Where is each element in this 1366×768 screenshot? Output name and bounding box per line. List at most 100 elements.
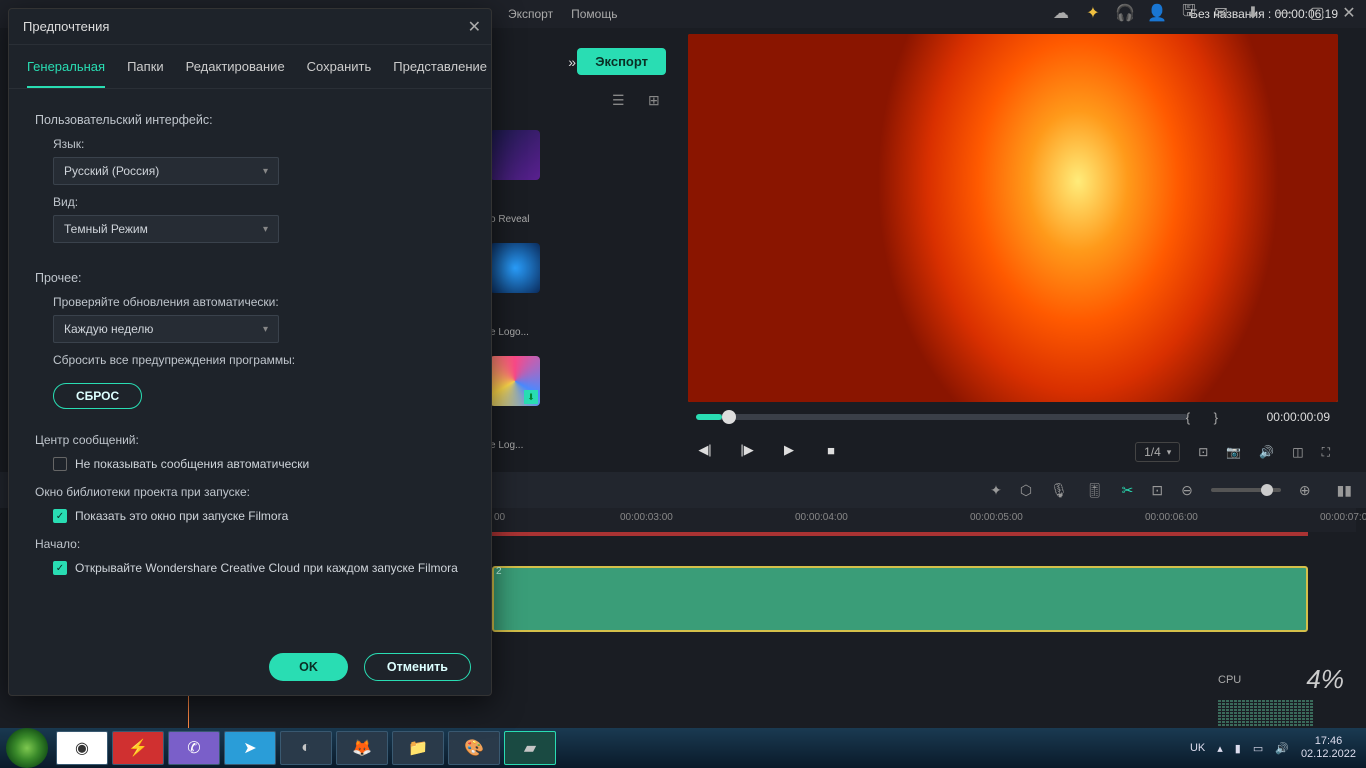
select-updates[interactable]: Каждую неделю▾ [53, 315, 279, 343]
cpu-percent: 4% [1306, 664, 1344, 695]
start-button[interactable] [6, 728, 48, 768]
stop-icon[interactable]: ■ [822, 443, 840, 458]
tab-save[interactable]: Сохранить [307, 59, 372, 88]
library-thumb[interactable] [490, 243, 540, 293]
display-icon[interactable]: ⊡ [1198, 445, 1208, 459]
task-explorer[interactable]: 📁 [392, 731, 444, 765]
tray-battery-icon[interactable]: ▭ [1253, 742, 1263, 755]
checkbox-hide-messages[interactable] [53, 457, 67, 471]
task-viber[interactable]: ✆ [168, 731, 220, 765]
library-thumb[interactable]: ⬇ [490, 356, 540, 406]
volume-icon[interactable]: 🔊 [1259, 445, 1274, 459]
zoom-slider[interactable] [1211, 488, 1281, 492]
headset-icon[interactable]: 🎧 [1116, 4, 1134, 22]
task-firefox[interactable]: 🦊 [336, 731, 388, 765]
tray-volume-icon[interactable]: 🔊 [1275, 742, 1289, 755]
zoom-in-icon[interactable]: ⊕ [1299, 482, 1311, 499]
task-chrome[interactable]: ◉ [56, 731, 108, 765]
select-view[interactable]: Темный Режим▾ [53, 215, 279, 243]
marker-icon[interactable]: ⬡ [1020, 482, 1032, 499]
quality-select[interactable]: 1/4▾ [1135, 442, 1180, 462]
bulb-icon[interactable]: ✦ [1084, 4, 1102, 22]
avatar-icon[interactable]: 👤 [1148, 4, 1166, 22]
select-language[interactable]: Русский (Россия)▾ [53, 157, 279, 185]
task-filmora[interactable]: ▰ [504, 731, 556, 765]
checkbox-hide-messages-label: Не показывать сообщения автоматически [75, 457, 309, 471]
label-msgcenter: Центр сообщений: [35, 433, 465, 447]
reset-button[interactable]: СБРОС [53, 383, 142, 409]
lib-label: e Logo... [490, 327, 550, 338]
tray-up-icon[interactable]: ▴ [1217, 742, 1223, 755]
fullscreen-icon[interactable]: ⛶ [1322, 445, 1330, 460]
next-frame-icon[interactable]: |▶ [738, 442, 756, 458]
checkbox-show-library[interactable]: ✓ [53, 509, 67, 523]
mail-icon[interactable]: ✉ [1212, 4, 1230, 22]
zoom-out-icon[interactable]: ⊖ [1181, 482, 1193, 499]
cpu-widget: CPU 4% [1218, 674, 1348, 720]
audio-mixer-icon[interactable]: 🎚 [1086, 482, 1104, 499]
section-other: Прочее: [35, 271, 465, 285]
prev-frame-icon[interactable]: ◀| [696, 442, 714, 458]
label-view: Вид: [53, 195, 465, 209]
system-tray: UK ▴ ▮ ▭ 🔊 17:46 02.12.2022 [1180, 735, 1366, 761]
cancel-button[interactable]: Отменить [364, 653, 471, 681]
minimize-icon[interactable]: — [1276, 4, 1294, 22]
export-button[interactable]: Экспорт [577, 48, 666, 75]
dialog-tabs: Генеральная Папки Редактирование Сохрани… [9, 45, 491, 89]
voiceover-icon[interactable]: 🎙 [1050, 482, 1068, 499]
preview-video [688, 34, 1338, 402]
compare-icon[interactable]: ◫ [1292, 445, 1303, 459]
taskbar: ◉ ⚡ ✆ ➤ ◐ 🦊 📁 🎨 ▰ UK ▴ ▮ ▭ 🔊 17:46 02.12… [0, 728, 1366, 768]
chevron-down-icon: ▾ [263, 166, 268, 177]
scrub-bar[interactable] [696, 414, 1188, 420]
menu-export[interactable]: Экспорт [508, 7, 553, 21]
label-libwin: Окно библиотеки проекта при запуске: [35, 485, 465, 499]
tab-performance[interactable]: Представление [393, 59, 487, 88]
label-start: Начало: [35, 537, 465, 551]
tray-clock[interactable]: 17:46 02.12.2022 [1301, 735, 1356, 761]
task-gauge[interactable]: ◐ [280, 731, 332, 765]
preview-controls: { } 00:00:00:09 ◀| |▶ ▶ ■ 1/4▾ ⊡ 📷 🔊 ◫ ⛶ [688, 408, 1338, 466]
checkbox-show-library-label: Показать это окно при запуске Filmora [75, 509, 288, 523]
cloud-icon[interactable]: ☁ [1052, 4, 1070, 22]
lib-label: o Reveal [490, 214, 550, 225]
dialog-title: Предпочтения [9, 9, 491, 45]
task-paint[interactable]: 🎨 [448, 731, 500, 765]
preview-panel [688, 34, 1338, 402]
list-view-icon[interactable]: ☰ [612, 92, 625, 109]
snapshot-icon[interactable]: 📷 [1226, 445, 1241, 459]
ok-button[interactable]: OK [269, 653, 348, 681]
tab-editing[interactable]: Редактирование [186, 59, 285, 88]
chevron-down-icon: ▾ [263, 324, 268, 335]
library-thumb[interactable] [490, 130, 540, 180]
grid-view-icon[interactable]: ⊞ [648, 92, 660, 109]
save-icon[interactable]: 🖫 [1180, 4, 1198, 22]
maximize-icon[interactable]: ▢ [1308, 4, 1326, 22]
titlebar-icons: ☁ ✦ 🎧 👤 🖫 ✉ ⬇ — ▢ ✕ [1052, 4, 1358, 22]
play-icon[interactable]: ▶ [780, 442, 798, 458]
overflow-chevron-icon[interactable]: » [568, 54, 576, 70]
crop-icon[interactable]: ✂ [1122, 482, 1134, 499]
mark-in-out-icon[interactable]: { } [1186, 410, 1228, 425]
task-app-red[interactable]: ⚡ [112, 731, 164, 765]
render-icon[interactable]: ✦ [990, 482, 1002, 499]
checkbox-open-cloud[interactable]: ✓ [53, 561, 67, 575]
tab-general[interactable]: Генеральная [27, 59, 105, 88]
label-language: Язык: [53, 137, 465, 151]
timeline-clip[interactable]: 2 [492, 566, 1308, 632]
label-reset: Сбросить все предупреждения программы: [53, 353, 465, 367]
dialog-close-icon[interactable]: ✕ [468, 17, 481, 37]
label-updates: Проверяйте обновления автоматически: [53, 295, 465, 309]
close-icon[interactable]: ✕ [1340, 4, 1358, 22]
task-telegram[interactable]: ➤ [224, 731, 276, 765]
download-icon[interactable]: ⬇ [1244, 4, 1262, 22]
timeline-layout-icon[interactable]: ▮▮ [1337, 482, 1352, 499]
fit-icon[interactable]: ⊡ [1151, 482, 1163, 499]
lib-label: e Log... [490, 440, 550, 451]
tray-lang[interactable]: UK [1190, 742, 1205, 754]
chevron-down-icon: ▾ [263, 224, 268, 235]
menu-help[interactable]: Помощь [571, 7, 617, 21]
tab-folders[interactable]: Папки [127, 59, 164, 88]
tray-network-icon[interactable]: ▮ [1235, 742, 1241, 755]
preferences-dialog: Предпочтения ✕ Генеральная Папки Редакти… [8, 8, 492, 696]
